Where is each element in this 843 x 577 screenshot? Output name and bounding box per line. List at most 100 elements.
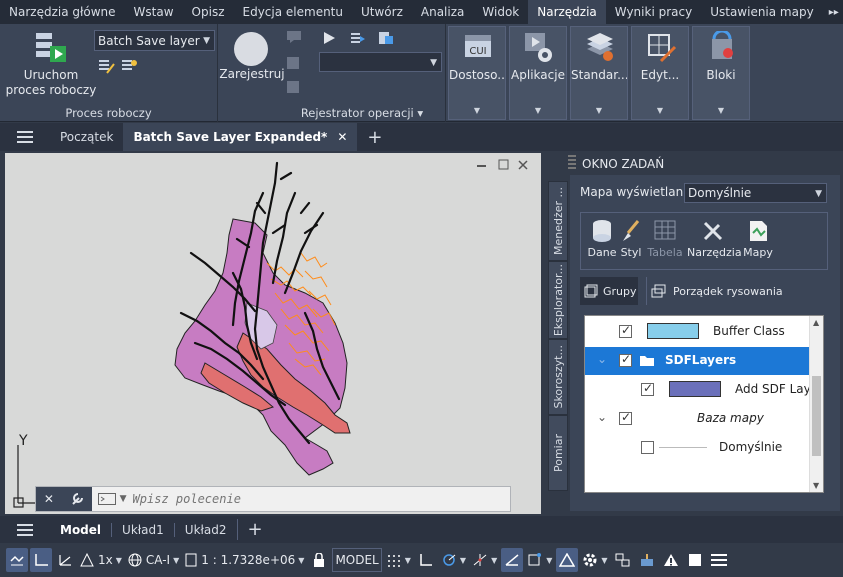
command-prompt-icon[interactable]: ▼	[92, 493, 127, 505]
layer-checkbox[interactable]	[619, 323, 632, 338]
layer-row-sdflayers[interactable]: ⌄ SDFLayers	[585, 347, 823, 375]
isometric-icon[interactable]: ▼	[470, 548, 499, 572]
macro-select[interactable]: ▼	[319, 52, 442, 72]
menu-tab-home[interactable]: Narzędzia główne	[0, 0, 125, 24]
snap-toggle-icon[interactable]	[6, 548, 28, 572]
grid-icon[interactable]: ▼	[384, 548, 413, 572]
tab-layout1[interactable]: Układ1	[111, 522, 174, 537]
object-snap-icon[interactable]: ▼	[525, 548, 554, 572]
command-input[interactable]	[132, 492, 510, 506]
message-icon[interactable]	[286, 30, 302, 44]
coordinate-system-value: CA-I	[145, 553, 171, 567]
menu-tab-view[interactable]: Widok	[473, 0, 528, 24]
command-customize-icon[interactable]	[70, 492, 84, 506]
layout-menu-icon[interactable]	[0, 523, 50, 536]
menu-tab-analyze[interactable]: Analiza	[412, 0, 474, 24]
tab-current-document[interactable]: Batch Save Layer Expanded* ✕	[123, 123, 358, 151]
notifications-warning-icon[interactable]	[660, 548, 682, 572]
applications-label: Aplikacje	[511, 68, 565, 82]
layer-row-default[interactable]: Domyślnie	[585, 434, 823, 462]
app-menu-icon[interactable]	[0, 123, 50, 151]
play-icon[interactable]	[322, 31, 336, 45]
polar-tracking-icon[interactable]: ▼	[439, 548, 468, 572]
clean-screen-icon[interactable]	[684, 548, 706, 572]
selection-cycling-icon[interactable]	[612, 548, 634, 572]
side-tab-map-book[interactable]: Skoroszyt...	[548, 339, 568, 415]
blocks-tile[interactable]: Bloki ▼	[692, 26, 750, 120]
groups-button[interactable]: Grupy	[580, 277, 638, 305]
standards-caret: ▼	[595, 106, 603, 115]
playback-list-icon[interactable]	[350, 31, 366, 45]
edit-block-tile[interactable]: Edyt... ▼	[631, 26, 689, 120]
edit-workflow-icon[interactable]	[98, 58, 116, 74]
tools-tool[interactable]: Narzędzia	[687, 219, 742, 259]
customization-menu-icon[interactable]	[708, 548, 730, 572]
menu-tab-annotate[interactable]: Opisz	[183, 0, 234, 24]
annotation-autoscale-icon[interactable]	[556, 548, 579, 572]
recorder-panel-caret[interactable]: ▾	[417, 106, 423, 120]
drawing-viewport[interactable]: Y X	[5, 153, 541, 514]
menu-tab-insert[interactable]: Wstaw	[125, 0, 183, 24]
layer-row-base-map[interactable]: ⌄ Baza mapy	[585, 405, 823, 433]
model-space-button[interactable]: MODEL	[332, 548, 382, 572]
collapse-chevron-icon[interactable]: ⌄	[597, 352, 607, 366]
task-pane-grip-icon[interactable]	[568, 155, 576, 169]
customize-tile[interactable]: CUI Dostoso... ▼	[448, 26, 506, 120]
menu-more-icon[interactable]: ▸▸	[823, 0, 843, 24]
layer-checkbox[interactable]	[641, 381, 654, 396]
isolate-objects-icon[interactable]	[636, 548, 658, 572]
coordinate-system-button[interactable]: CA-I ▼	[126, 548, 181, 572]
layer-checkbox[interactable]	[619, 410, 632, 425]
side-tab-survey[interactable]: Pomiar	[548, 415, 568, 491]
layer-tree-scrollbar[interactable]: ▲ ▼	[809, 316, 823, 492]
command-line-handle: ✕	[36, 487, 92, 511]
maps-tool[interactable]: Mapy	[741, 219, 775, 259]
menu-tab-tools[interactable]: Narzędzia	[528, 0, 606, 24]
layer-checkbox[interactable]	[619, 352, 632, 367]
lock-icon[interactable]	[308, 548, 330, 572]
map-view-select[interactable]: Domyślnie ▼	[684, 183, 827, 203]
applications-tile[interactable]: Aplikacje ▼	[509, 26, 567, 120]
side-tab-display-manager[interactable]: Menedżer ...	[548, 181, 568, 261]
object-snap-tracking-icon[interactable]	[501, 548, 524, 572]
ortho-mode-icon[interactable]	[415, 548, 437, 572]
new-tab-icon[interactable]: +	[357, 123, 392, 151]
scrollbar-thumb[interactable]	[812, 376, 821, 456]
map-scale-value: 1 : 1.7328e+06	[201, 553, 296, 567]
tab-layout2[interactable]: Układ2	[173, 522, 237, 537]
standards-tile[interactable]: Standar... ▼	[570, 26, 628, 120]
map-scale-button[interactable]: 1 : 1.7328e+06 ▼	[183, 548, 306, 572]
record-circle-icon[interactable]	[234, 32, 268, 66]
run-workflow-icon[interactable]	[34, 30, 68, 64]
draw-order-button[interactable]: Porządek rysowania	[646, 277, 783, 305]
run-workflow-button[interactable]: Uruchom proces roboczy	[4, 68, 98, 98]
layer-checkbox[interactable]	[641, 441, 654, 454]
macro-settings-icon[interactable]	[378, 31, 394, 45]
globe-icon	[128, 553, 142, 567]
recorder-insert-icon[interactable]	[286, 56, 302, 72]
workspace-gear-icon[interactable]: ▼	[580, 548, 609, 572]
close-tab-icon[interactable]: ✕	[337, 130, 347, 144]
annotation-visibility-icon[interactable]	[54, 548, 76, 572]
table-tool[interactable]: Tabela	[645, 219, 685, 259]
side-tab-map-explorer[interactable]: Eksplorator...	[548, 261, 568, 339]
menu-tab-create[interactable]: Utwórz	[352, 0, 412, 24]
command-close-icon[interactable]: ✕	[44, 492, 54, 506]
ortho-toggle-icon[interactable]	[30, 548, 52, 572]
record-button[interactable]: Zarejestruj	[219, 67, 285, 82]
tab-model[interactable]: Model	[50, 523, 111, 537]
menu-tab-output[interactable]: Wyniki pracy	[606, 0, 701, 24]
layer-row-add-sdf-layer[interactable]: Add SDF Layer	[585, 376, 823, 404]
collapse-chevron-icon[interactable]: ⌄	[597, 410, 607, 424]
workflow-settings-icon[interactable]	[121, 58, 139, 74]
annotation-scale-button[interactable]: 1x ▼	[78, 548, 124, 572]
draw-order-label: Porządek rysowania	[673, 284, 783, 298]
layer-row-buffer-class[interactable]: Buffer Class	[585, 318, 823, 346]
new-layout-icon[interactable]: +	[236, 519, 273, 540]
style-tool[interactable]: Styl	[615, 219, 647, 259]
workflow-select[interactable]: Batch Save layer ▼	[94, 30, 215, 51]
recorder-request-icon[interactable]	[286, 80, 302, 96]
menu-tab-feature-edit[interactable]: Edycja elementu	[234, 0, 353, 24]
menu-tab-map-setup[interactable]: Ustawienia mapy	[701, 0, 823, 24]
tab-start[interactable]: Początek	[50, 123, 123, 151]
